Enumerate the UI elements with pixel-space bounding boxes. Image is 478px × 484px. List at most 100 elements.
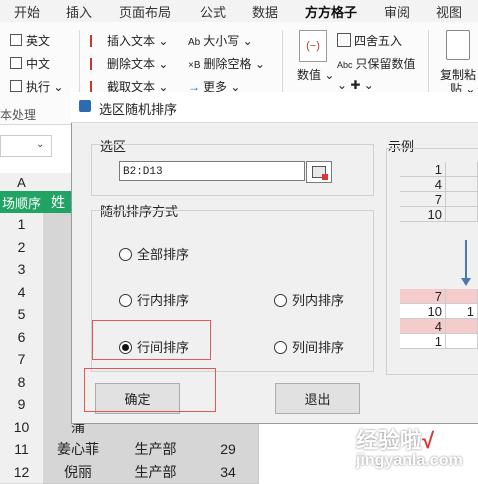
example-cell: 10 (400, 304, 446, 319)
insert-text-label: 插入文本 (107, 34, 155, 48)
sheet-cell-d[interactable]: 34 (198, 461, 259, 484)
example-cell (446, 289, 478, 304)
radio-icon (119, 294, 132, 307)
value-button[interactable]: 数值 ⌄ (297, 66, 334, 83)
checkbox-icon (10, 57, 22, 69)
option-in-row-sort-label: 行内排序 (137, 293, 189, 308)
tab-insert[interactable]: 插入 (66, 2, 92, 21)
row-number[interactable]: 9 (0, 393, 44, 417)
chinese-checkbox[interactable]: 中文 (10, 55, 50, 72)
keep-value-button[interactable]: Abc只保留数值 (337, 55, 416, 72)
insert-text-icon (90, 35, 104, 47)
example-cell: 7 (400, 192, 446, 207)
highlight-between-rows (92, 320, 211, 360)
english-checkbox[interactable]: 英文 (10, 32, 50, 49)
row-number[interactable]: 11 (0, 438, 44, 462)
clipboard-icon (446, 30, 470, 60)
option-between-cols-sort-label: 列间排序 (292, 340, 344, 355)
row-number[interactable]: 3 (0, 258, 44, 282)
sheet-cell-b[interactable]: 姜心菲 (43, 438, 114, 462)
delete-text-button[interactable]: 删除文本 ⌄ (90, 55, 168, 72)
english-label: 英文 (26, 34, 50, 48)
sheet-cell-c[interactable]: 生产部 (113, 438, 199, 462)
dialog-app-icon (79, 100, 91, 112)
group-label-text-processing: 本处理 (0, 106, 36, 123)
sheet-cell-d[interactable]: 29 (198, 438, 259, 462)
tab-review[interactable]: 审阅 (384, 2, 410, 21)
radio-icon (274, 341, 287, 354)
header-cell-order[interactable]: 场顺序 (0, 191, 44, 214)
example-cell: 7 (400, 289, 446, 304)
insert-text-button[interactable]: 插入文本 ⌄ (90, 32, 168, 49)
check-icon: √ (422, 428, 434, 453)
tab-formulas[interactable]: 公式 (200, 2, 226, 21)
case-button[interactable]: Ab大小写 ⌄ (188, 32, 253, 49)
header-cell-name[interactable]: 姓 (43, 191, 74, 214)
example-cell (446, 207, 478, 222)
highlight-ok (84, 368, 216, 412)
sheet-cell-c[interactable]: 生产部 (113, 461, 199, 484)
example-after-row: 1 (400, 334, 478, 349)
range-select-icon (312, 166, 326, 178)
round-button[interactable]: 四舍五入 (337, 32, 402, 49)
range-select-icon-mark (322, 174, 328, 180)
row-number[interactable]: 8 (0, 371, 44, 395)
ribbon-tab-bar: 开始 插入 页面布局 公式 数据 方方格子 审阅 视图 (0, 0, 478, 22)
ribbon-more-row[interactable]: ⌄ ✚ ⌄ (337, 78, 374, 92)
delete-text-label: 删除文本 (107, 57, 155, 71)
row-number[interactable]: 6 (0, 326, 44, 350)
execute-button[interactable]: 执行 ⌄ (10, 78, 63, 95)
row-number[interactable]: 2 (0, 236, 44, 260)
tab-data[interactable]: 数据 (252, 2, 278, 21)
example-before-row: 4 (400, 177, 478, 192)
range-input[interactable]: B2:D13 (119, 161, 305, 181)
chevron-down-icon: ⌄ (36, 139, 44, 150)
radio-icon (274, 294, 287, 307)
option-all-sort[interactable]: 全部排序 (119, 244, 189, 263)
radio-icon (119, 248, 132, 261)
example-cell: 1 (400, 162, 446, 177)
delete-space-button[interactable]: ×B删除空格 ⌄ (188, 55, 265, 72)
row-number[interactable]: 12 (0, 461, 44, 484)
row-number[interactable]: 4 (0, 281, 44, 305)
example-arrow-line (465, 240, 467, 280)
row-number[interactable]: 7 (0, 348, 44, 372)
row-number[interactable]: 1 (0, 213, 44, 237)
case-label: 大小写 (203, 34, 239, 48)
tab-view[interactable]: 视图 (436, 2, 462, 21)
option-all-sort-label: 全部排序 (137, 247, 189, 262)
chinese-label: 中文 (26, 57, 50, 71)
range-picker-button[interactable] (306, 161, 332, 183)
delete-text-icon (90, 58, 104, 70)
tab-page-layout[interactable]: 页面布局 (119, 2, 171, 21)
tab-home[interactable]: 开始 (14, 2, 40, 21)
example-cell (446, 319, 478, 334)
example-after-row: 4 (400, 319, 478, 334)
example-after-row: 101 (400, 304, 478, 319)
example-after-row: 7 (400, 289, 478, 304)
example-before-table: 14710 (400, 162, 478, 222)
example-cell: 1 (400, 334, 446, 349)
tab-ffgz[interactable]: 方方格子 (305, 2, 357, 21)
option-in-col-sort[interactable]: 列内排序 (274, 290, 344, 309)
example-cell: 10 (400, 207, 446, 222)
watermark-logo: 经验啦√ (356, 423, 434, 455)
value-label: 数值 (297, 68, 321, 82)
dialog-title: 选区随机排序 (99, 99, 177, 118)
option-in-row-sort[interactable]: 行内排序 (119, 290, 189, 309)
column-header-a[interactable]: A (0, 173, 43, 191)
dialog-title-bar: 选区随机排序 (71, 92, 478, 123)
example-cell (446, 192, 478, 207)
option-in-col-sort-label: 列内排序 (292, 293, 344, 308)
checkbox-icon (10, 34, 22, 46)
sheet-cell-b[interactable]: 倪丽 (43, 461, 114, 484)
example-before-row: 10 (400, 207, 478, 222)
option-between-cols-sort[interactable]: 列间排序 (274, 337, 344, 356)
round-label: 四舍五入 (354, 34, 402, 48)
example-cell: 4 (400, 177, 446, 192)
exit-button[interactable]: 退出 (275, 383, 360, 414)
checkbox-icon (10, 80, 22, 92)
example-cell (446, 177, 478, 192)
row-number[interactable]: 10 (0, 416, 44, 440)
row-number[interactable]: 5 (0, 303, 44, 327)
